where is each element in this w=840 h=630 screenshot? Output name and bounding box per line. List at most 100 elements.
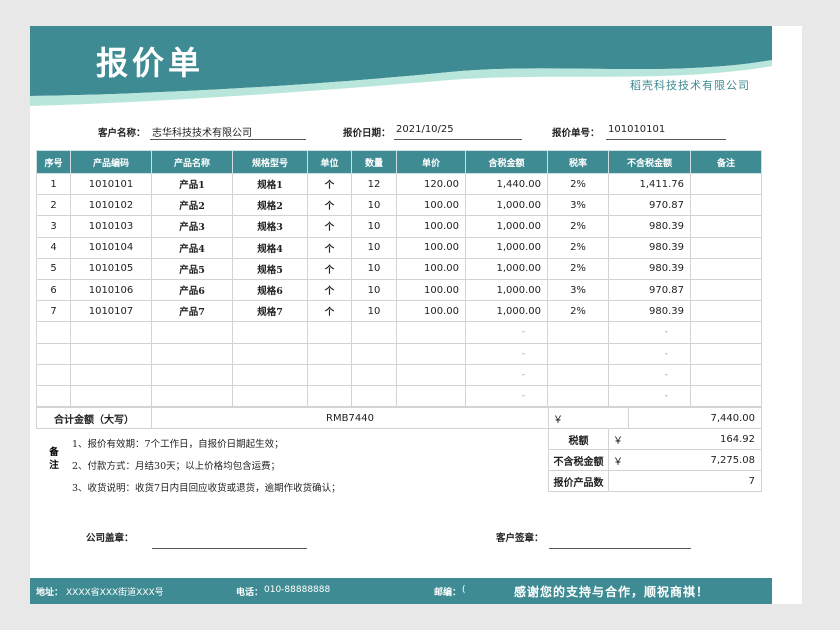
table-cell[interactable]: - (465, 321, 548, 344)
table-cell[interactable]: 970.87 (608, 278, 691, 302)
table-cell[interactable] (547, 363, 609, 386)
table-cell[interactable]: 个 (307, 194, 352, 217)
date-field[interactable]: 2021/10/25 (394, 122, 522, 140)
table-cell[interactable] (547, 384, 609, 408)
table-cell[interactable]: 个 (307, 300, 352, 323)
table-cell[interactable]: 规格7 (232, 300, 308, 323)
table-cell[interactable]: 产品1 (151, 172, 233, 196)
table-cell[interactable]: 1010101 (70, 172, 152, 196)
table-cell[interactable]: 个 (307, 215, 352, 238)
table-cell[interactable] (351, 321, 397, 344)
table-cell[interactable]: 2% (547, 172, 609, 196)
table-cell[interactable]: 980.39 (608, 215, 691, 238)
table-cell[interactable]: 10 (351, 300, 397, 323)
table-cell[interactable]: 100.00 (396, 236, 466, 259)
table-cell[interactable] (396, 342, 466, 365)
table-cell[interactable]: 个 (307, 278, 352, 302)
table-cell[interactable]: 3% (547, 194, 609, 217)
table-cell[interactable]: 1,000.00 (465, 257, 548, 280)
table-cell[interactable] (690, 194, 762, 217)
table-cell[interactable]: 100.00 (396, 300, 466, 323)
customer-field[interactable]: 志华科技技术有限公司 (150, 122, 306, 140)
table-cell[interactable]: 个 (307, 172, 352, 196)
table-cell[interactable]: 120.00 (396, 172, 466, 196)
table-cell[interactable]: - (608, 363, 691, 386)
table-cell[interactable]: 10 (351, 194, 397, 217)
table-cell[interactable] (547, 342, 609, 365)
table-cell[interactable]: 980.39 (608, 257, 691, 280)
table-cell[interactable] (151, 363, 233, 386)
table-cell[interactable] (547, 321, 609, 344)
table-cell[interactable] (151, 321, 233, 344)
table-cell[interactable]: 1,411.76 (608, 172, 691, 196)
table-cell[interactable]: 1010105 (70, 257, 152, 280)
table-cell[interactable]: 规格4 (232, 236, 308, 259)
table-cell[interactable]: 个 (307, 257, 352, 280)
table-cell[interactable]: 产品2 (151, 194, 233, 217)
table-cell[interactable] (690, 236, 762, 259)
table-cell[interactable]: 2% (547, 215, 609, 238)
table-cell[interactable]: 3% (547, 278, 609, 302)
table-cell[interactable] (396, 363, 466, 386)
table-cell[interactable] (232, 384, 308, 408)
table-cell[interactable]: 规格6 (232, 278, 308, 302)
table-cell[interactable]: 10 (351, 215, 397, 238)
table-cell[interactable] (690, 172, 762, 196)
table-cell[interactable]: 2 (36, 194, 71, 217)
table-cell[interactable]: 2% (547, 257, 609, 280)
table-cell[interactable] (36, 321, 71, 344)
table-cell[interactable]: 1,440.00 (465, 172, 548, 196)
table-cell[interactable] (70, 384, 152, 408)
table-cell[interactable] (307, 384, 352, 408)
table-cell[interactable]: - (608, 342, 691, 365)
table-cell[interactable] (307, 321, 352, 344)
table-cell[interactable]: 10 (351, 257, 397, 280)
table-cell[interactable]: 产品5 (151, 257, 233, 280)
table-cell[interactable] (396, 384, 466, 408)
table-cell[interactable]: 产品3 (151, 215, 233, 238)
table-cell[interactable] (690, 342, 762, 365)
table-cell[interactable]: 970.87 (608, 194, 691, 217)
table-cell[interactable] (151, 342, 233, 365)
table-cell[interactable]: 100.00 (396, 278, 466, 302)
table-cell[interactable]: 4 (36, 236, 71, 259)
table-cell[interactable]: 规格1 (232, 172, 308, 196)
table-cell[interactable]: 1010107 (70, 300, 152, 323)
table-cell[interactable]: 规格2 (232, 194, 308, 217)
table-cell[interactable] (690, 215, 762, 238)
table-cell[interactable]: 1,000.00 (465, 215, 548, 238)
table-cell[interactable]: 产品7 (151, 300, 233, 323)
table-cell[interactable]: 2% (547, 300, 609, 323)
table-cell[interactable] (690, 300, 762, 323)
table-cell[interactable] (70, 363, 152, 386)
table-cell[interactable]: 产品6 (151, 278, 233, 302)
table-cell[interactable] (351, 363, 397, 386)
table-cell[interactable] (690, 384, 762, 408)
table-cell[interactable] (36, 342, 71, 365)
customer-sign-line[interactable] (549, 548, 691, 549)
table-cell[interactable]: 980.39 (608, 300, 691, 323)
table-cell[interactable]: 100.00 (396, 257, 466, 280)
table-cell[interactable]: 10 (351, 236, 397, 259)
table-cell[interactable] (232, 363, 308, 386)
table-cell[interactable]: 1010104 (70, 236, 152, 259)
table-cell[interactable] (232, 321, 308, 344)
table-cell[interactable]: 规格3 (232, 215, 308, 238)
table-cell[interactable]: 1010103 (70, 215, 152, 238)
table-cell[interactable] (396, 321, 466, 344)
table-cell[interactable] (232, 342, 308, 365)
table-cell[interactable]: 1,000.00 (465, 300, 548, 323)
table-cell[interactable]: 7 (36, 300, 71, 323)
table-cell[interactable] (151, 384, 233, 408)
table-cell[interactable]: 2% (547, 236, 609, 259)
table-cell[interactable]: 1,000.00 (465, 194, 548, 217)
table-cell[interactable]: 6 (36, 278, 71, 302)
table-cell[interactable]: - (465, 342, 548, 365)
table-cell[interactable] (70, 321, 152, 344)
table-cell[interactable]: - (608, 321, 691, 344)
table-cell[interactable]: 100.00 (396, 215, 466, 238)
table-cell[interactable] (690, 363, 762, 386)
table-cell[interactable]: 规格5 (232, 257, 308, 280)
table-cell[interactable]: - (608, 384, 691, 408)
table-cell[interactable] (690, 321, 762, 344)
